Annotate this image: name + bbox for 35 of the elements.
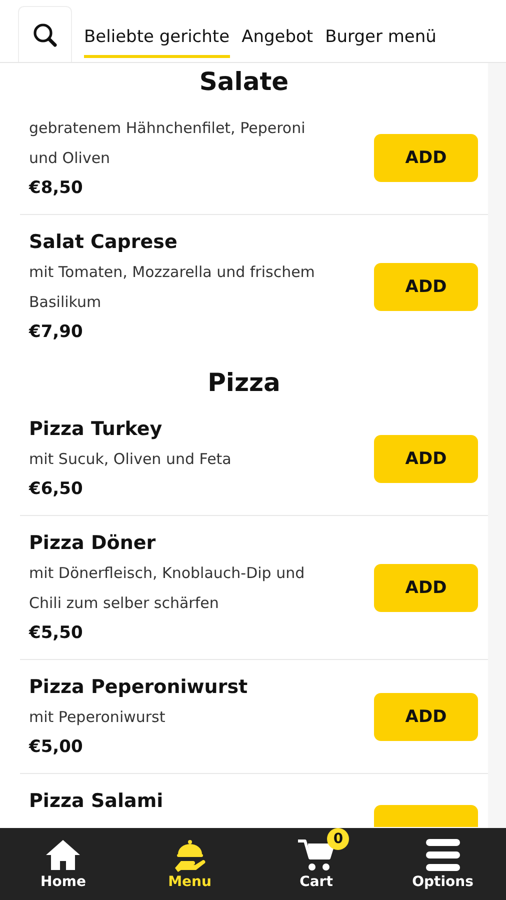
- nav-item[interactable]: 0 Cart: [253, 828, 380, 900]
- dish-price: €8,50: [29, 177, 84, 200]
- dish-price: €5,50: [29, 622, 84, 645]
- add-button[interactable]: ADD: [374, 435, 478, 483]
- category-tab[interactable]: Angebot: [242, 27, 314, 58]
- dish-description: mit Peperoniwurst: [29, 707, 166, 728]
- dish-name: Pizza Turkey: [29, 417, 164, 442]
- dish-description: mit Tomaten, Mozzarella und frischem Basilikum: [29, 262, 316, 313]
- cart-icon: [297, 838, 336, 872]
- add-button[interactable]: ADD: [374, 693, 478, 741]
- dish-price: €7,90: [29, 321, 84, 344]
- cart-count-badge: 0: [327, 828, 350, 850]
- nav-item[interactable]: Menu: [126, 828, 253, 900]
- section-title: Pizza: [206, 367, 282, 399]
- dish-description: mit Sucuk, Oliven und Feta: [29, 449, 232, 470]
- dish-name: Pizza Peperoniwurst: [29, 675, 249, 700]
- add-button[interactable]: ADD: [374, 564, 478, 612]
- category-tab[interactable]: Burger menü: [325, 27, 436, 58]
- nav-item[interactable]: Options: [380, 828, 506, 900]
- dish-description: gebratenem Hähnchenfilet, Peperoni und Oliven: [29, 118, 306, 169]
- search-button[interactable]: [18, 6, 72, 62]
- section-title: Salate: [198, 66, 290, 98]
- dish-price: €6,50: [29, 478, 84, 501]
- category-tab[interactable]: Beliebte gerichte: [84, 27, 230, 58]
- menu-icon: [424, 838, 462, 872]
- nav-item[interactable]: Home: [0, 828, 126, 900]
- dish-price: €5,00: [29, 736, 84, 759]
- add-button[interactable]: ADD: [374, 134, 478, 182]
- dish-name: Salat Caprese: [29, 230, 178, 255]
- home-icon: [44, 838, 82, 872]
- search-icon: [32, 22, 58, 48]
- dish-description: mit Dönerfleisch, Knoblauch-Dip und Chili zum selber schärfen: [29, 563, 306, 614]
- dish-name: Pizza Salami: [29, 789, 164, 814]
- dish-name: Pizza Döner: [29, 531, 157, 556]
- add-button[interactable]: ADD: [374, 263, 478, 311]
